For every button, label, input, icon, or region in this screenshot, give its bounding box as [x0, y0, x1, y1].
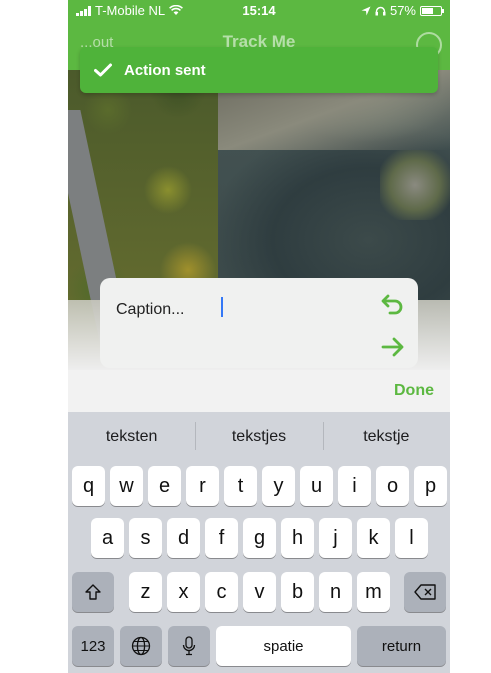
key-x[interactable]: x — [167, 572, 200, 612]
key-u[interactable]: u — [300, 466, 333, 506]
key-r[interactable]: r — [186, 466, 219, 506]
return-key[interactable]: return — [357, 626, 446, 666]
space-key[interactable]: spatie — [216, 626, 351, 666]
key-b[interactable]: b — [281, 572, 314, 612]
key-c[interactable]: c — [205, 572, 238, 612]
globe-key[interactable] — [120, 626, 162, 666]
backspace-key[interactable] — [404, 572, 446, 612]
text-cursor — [221, 297, 223, 317]
keyboard-accessory-bar: Done — [68, 370, 450, 412]
numbers-key[interactable]: 123 — [72, 626, 114, 666]
microphone-icon — [182, 636, 196, 656]
done-button[interactable]: Done — [394, 382, 434, 400]
status-bar: T-Mobile NL 15:14 57% — [68, 0, 450, 22]
battery-percent: 57% — [389, 3, 416, 18]
key-y[interactable]: y — [262, 466, 295, 506]
key-m[interactable]: m — [357, 572, 390, 612]
battery-icon — [420, 5, 444, 16]
key-e[interactable]: e — [148, 466, 181, 506]
shift-key[interactable] — [72, 572, 114, 612]
key-d[interactable]: d — [167, 518, 200, 558]
undo-icon[interactable] — [380, 290, 406, 316]
caption-card — [100, 278, 418, 368]
location-arrow-icon — [361, 6, 371, 15]
checkmark-icon — [94, 63, 112, 77]
keyboard: teksten tekstjes tekstje q w e r t y u i… — [68, 412, 450, 673]
key-n[interactable]: n — [319, 572, 352, 612]
suggestion-bar: teksten tekstjes tekstje — [68, 412, 450, 462]
photo-rocks — [380, 150, 450, 220]
key-z[interactable]: z — [129, 572, 162, 612]
shift-icon — [85, 584, 101, 600]
key-i[interactable]: i — [338, 466, 371, 506]
suggestion-item[interactable]: tekstjes — [195, 422, 322, 450]
key-t[interactable]: t — [224, 466, 257, 506]
key-l[interactable]: l — [395, 518, 428, 558]
phone-screen: T-Mobile NL 15:14 57% ...out Track Me Ac… — [68, 0, 450, 673]
caption-input[interactable] — [116, 298, 336, 322]
microphone-key[interactable] — [168, 626, 210, 666]
key-p[interactable]: p — [414, 466, 447, 506]
key-k[interactable]: k — [357, 518, 390, 558]
toast-notification: Action sent — [80, 47, 438, 93]
globe-icon — [131, 636, 151, 656]
key-f[interactable]: f — [205, 518, 238, 558]
toast-message: Action sent — [124, 61, 206, 79]
suggestion-item[interactable]: teksten — [68, 428, 195, 446]
backspace-icon — [414, 584, 436, 600]
key-s[interactable]: s — [129, 518, 162, 558]
send-arrow-icon[interactable] — [380, 334, 406, 360]
suggestion-item[interactable]: tekstje — [322, 422, 450, 450]
key-v[interactable]: v — [243, 572, 276, 612]
key-q[interactable]: q — [72, 466, 105, 506]
key-w[interactable]: w — [110, 466, 143, 506]
key-g[interactable]: g — [243, 518, 276, 558]
key-j[interactable]: j — [319, 518, 352, 558]
key-o[interactable]: o — [376, 466, 409, 506]
key-a[interactable]: a — [91, 518, 124, 558]
key-h[interactable]: h — [281, 518, 314, 558]
headphones-icon — [375, 6, 386, 15]
